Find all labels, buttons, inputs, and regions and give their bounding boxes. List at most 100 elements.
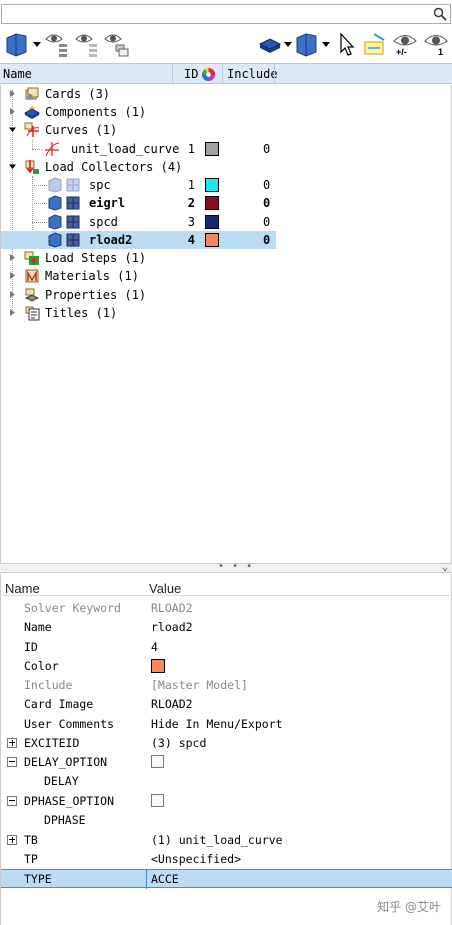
- property-row-dphase[interactable]: DPHASE: [1, 811, 452, 830]
- tree-item-include: 0: [263, 233, 271, 247]
- display-mode-icon[interactable]: [4, 30, 42, 58]
- property-value[interactable]: RLOAD2: [151, 697, 193, 711]
- property-row-name[interactable]: Name rload2: [1, 618, 452, 637]
- expand-arrow-icon[interactable]: [9, 309, 16, 316]
- property-row-tb[interactable]: TB (1) unit_load_curve: [1, 831, 452, 850]
- search-input[interactable]: [1, 4, 451, 24]
- tree-item-spcd[interactable]: spcd 3 0: [1, 213, 276, 231]
- collector-visibility-icon[interactable]: [47, 195, 63, 211]
- isolate-eye-tree-icon[interactable]: [104, 30, 130, 58]
- column-header-id[interactable]: ID: [184, 67, 198, 81]
- property-row-tp[interactable]: TP <Unspecified>: [1, 850, 452, 869]
- collapse-arrow-icon[interactable]: [9, 163, 16, 170]
- expand-arrow-icon[interactable]: [9, 254, 16, 261]
- tree-item-spc[interactable]: spc 1 0: [1, 176, 276, 194]
- load-collectors-icon: [25, 160, 39, 174]
- property-name: Include: [24, 678, 73, 692]
- color-wheel-icon[interactable]: [201, 67, 216, 82]
- tree-item-include: 0: [263, 196, 271, 210]
- property-header-name[interactable]: Name: [5, 581, 40, 596]
- collapse-panel-icon[interactable]: ⌄: [442, 562, 448, 573]
- hide-eye-tree-icon[interactable]: [75, 30, 99, 58]
- tree-item-rload2[interactable]: rload2 4 0: [1, 231, 276, 249]
- tree-item-label: Load Collectors (4): [45, 160, 183, 174]
- color-swatch[interactable]: [151, 659, 165, 673]
- tree-item-curves[interactable]: Curves (1): [1, 121, 276, 139]
- property-row-solver-keyword[interactable]: Solver Keyword RLOAD2: [1, 599, 452, 618]
- tree-item-eigrl[interactable]: eigrl 2 0: [1, 194, 276, 212]
- collector-display-icon[interactable]: [294, 30, 332, 58]
- property-row-include[interactable]: Include [Master Model]: [1, 676, 452, 695]
- color-swatch[interactable]: [205, 178, 219, 192]
- property-row-delay[interactable]: DELAY: [1, 772, 452, 791]
- curves-icon: [24, 122, 40, 137]
- tree-item-include: 0: [263, 142, 271, 156]
- tree-item-load-collectors[interactable]: Load Collectors (4): [1, 158, 276, 176]
- property-row-dphase-option[interactable]: DPHASE_OPTION: [1, 792, 452, 811]
- property-value[interactable]: ACCE: [151, 872, 179, 886]
- property-value[interactable]: (3) spcd: [151, 736, 206, 750]
- tree-item-cards[interactable]: Cards (3): [1, 85, 276, 103]
- property-row-card-image[interactable]: Card Image RLOAD2: [1, 695, 452, 714]
- tree-item-label: spc: [89, 178, 111, 192]
- column-header-include[interactable]: Include: [227, 67, 278, 81]
- highlight-icon[interactable]: [362, 30, 388, 58]
- property-row-color[interactable]: Color: [1, 657, 452, 676]
- tree-item-titles[interactable]: Titles (1): [1, 304, 276, 322]
- load-collector-icon: [66, 178, 80, 192]
- splitter-grip-icon[interactable]: • • •: [218, 561, 253, 572]
- property-header-value[interactable]: Value: [149, 581, 181, 596]
- collapse-minus-icon[interactable]: [7, 757, 17, 767]
- color-swatch[interactable]: [205, 196, 219, 210]
- curve-icon: [45, 142, 60, 157]
- property-value[interactable]: 4: [151, 640, 158, 654]
- model-tree: Cards (3) Components (1) Curves (1) unit…: [0, 85, 452, 563]
- watermark: 知乎 @艾叶: [377, 900, 441, 914]
- property-name: Color: [24, 659, 59, 673]
- expand-plus-icon[interactable]: [7, 738, 17, 748]
- expand-arrow-icon[interactable]: [9, 108, 16, 115]
- property-row-user-comments[interactable]: User Comments Hide In Menu/Export: [1, 715, 452, 734]
- color-swatch[interactable]: [205, 215, 219, 229]
- show-eye-tree-icon[interactable]: [45, 30, 69, 58]
- isolate-eye-icon[interactable]: [423, 30, 451, 58]
- expand-arrow-icon[interactable]: [9, 291, 16, 298]
- component-display-icon[interactable]: [258, 30, 294, 58]
- column-separator: [222, 64, 223, 84]
- property-value[interactable]: rload2: [151, 620, 193, 634]
- expand-arrow-icon[interactable]: [9, 90, 16, 97]
- tree-item-id: 4: [187, 233, 195, 247]
- expand-plus-icon[interactable]: [7, 835, 17, 845]
- tree-item-unit-load-curve[interactable]: unit_load_curve 1 0: [1, 140, 276, 158]
- property-name: DELAY: [44, 774, 79, 788]
- property-value[interactable]: Hide In Menu/Export: [151, 717, 283, 731]
- property-row-exciteid[interactable]: EXCITEID (3) spcd: [1, 734, 452, 753]
- property-row-delay-option[interactable]: DELAY_OPTION: [1, 753, 452, 772]
- collector-visibility-icon[interactable]: [47, 232, 63, 248]
- cards-icon: [25, 87, 39, 100]
- tree-item-properties[interactable]: Properties (1): [1, 286, 276, 304]
- magnifier-icon[interactable]: [433, 7, 447, 21]
- panel-splitter[interactable]: • • • ⌄: [0, 561, 452, 573]
- tree-item-materials[interactable]: Materials (1): [1, 267, 276, 285]
- column-separator: [172, 64, 173, 84]
- delay-option-checkbox[interactable]: [151, 755, 164, 768]
- property-row-id[interactable]: ID 4: [1, 638, 452, 657]
- collector-visibility-icon[interactable]: [47, 177, 63, 193]
- collapse-arrow-icon[interactable]: [9, 126, 16, 133]
- property-name: TP: [24, 852, 38, 866]
- property-value[interactable]: <Unspecified>: [151, 852, 241, 866]
- load-collector-icon: [66, 233, 80, 247]
- tree-item-components[interactable]: Components (1): [1, 103, 276, 121]
- color-swatch[interactable]: [205, 142, 219, 156]
- expand-arrow-icon[interactable]: [9, 272, 16, 279]
- property-row-type[interactable]: TYPE ACCE: [1, 869, 452, 889]
- property-value[interactable]: (1) unit_load_curve: [151, 833, 283, 847]
- column-header-name[interactable]: Name: [3, 67, 32, 81]
- select-cursor-icon[interactable]: [338, 30, 356, 58]
- tree-item-load-steps[interactable]: Load Steps (1): [1, 249, 276, 267]
- collapse-minus-icon[interactable]: [7, 796, 17, 806]
- dphase-option-checkbox[interactable]: [151, 794, 164, 807]
- color-swatch[interactable]: [205, 233, 219, 247]
- collector-visibility-icon[interactable]: [47, 214, 63, 230]
